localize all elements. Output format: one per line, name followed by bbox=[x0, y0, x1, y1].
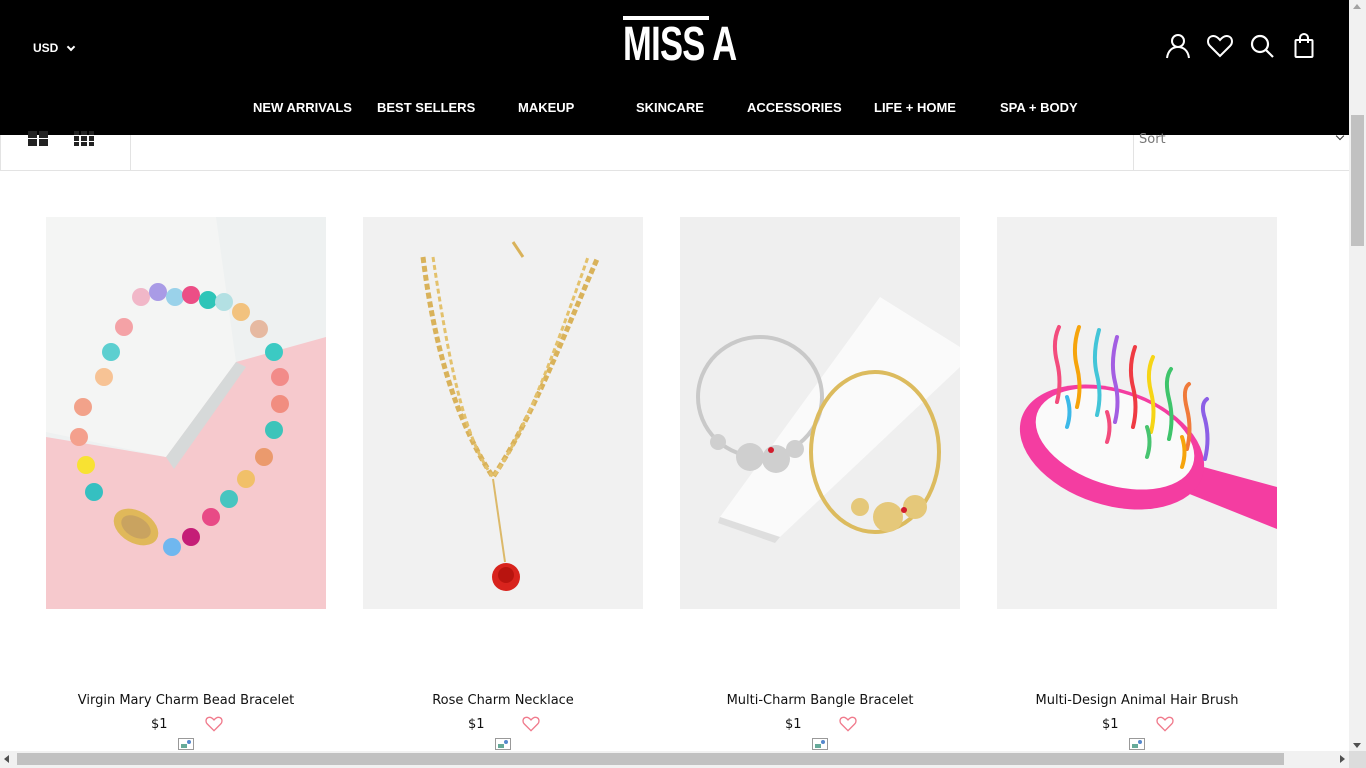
wishlist-heart-icon[interactable] bbox=[1156, 716, 1174, 737]
nav-item-accessories[interactable]: ACCESSORIES bbox=[747, 100, 842, 115]
product-card: Multi-Charm Bangle Bracelet $1 bbox=[680, 217, 960, 750]
two-column-grid-icon[interactable] bbox=[28, 131, 48, 151]
vertical-scroll-thumb[interactable] bbox=[1351, 115, 1364, 246]
product-price: $1 bbox=[151, 717, 168, 732]
horizontal-scroll-thumb[interactable] bbox=[17, 753, 1284, 765]
nav-item-makeup[interactable]: MAKEUP bbox=[518, 100, 574, 115]
product-title[interactable]: Multi-Charm Bangle Bracelet bbox=[680, 693, 960, 708]
horizontal-scrollbar[interactable] bbox=[0, 751, 1366, 768]
product-image-rose-necklace[interactable] bbox=[363, 217, 643, 609]
currency-selector[interactable]: USD bbox=[33, 41, 76, 55]
broken-image-icon bbox=[178, 737, 194, 750]
product-price: $1 bbox=[785, 717, 802, 732]
four-column-grid-icon[interactable] bbox=[74, 131, 94, 151]
scroll-up-arrow-icon[interactable] bbox=[1353, 4, 1361, 9]
nav-item-best-sellers[interactable]: BEST SELLERS bbox=[377, 100, 475, 115]
product-title[interactable]: Multi-Design Animal Hair Brush bbox=[997, 693, 1277, 708]
chevron-down-icon bbox=[67, 42, 76, 51]
scroll-down-arrow-icon[interactable] bbox=[1353, 743, 1361, 748]
wishlist-heart-icon[interactable] bbox=[205, 716, 223, 737]
scroll-right-arrow-icon[interactable] bbox=[1340, 755, 1345, 763]
product-image-hair-brush[interactable] bbox=[997, 217, 1277, 609]
main-nav: NEW ARRIVALS BEST SELLERS MAKEUP SKINCAR… bbox=[0, 100, 1349, 118]
scroll-left-arrow-icon[interactable] bbox=[4, 755, 9, 763]
logo-text: MISS A bbox=[623, 18, 737, 71]
product-image-bead-bracelet[interactable] bbox=[46, 217, 326, 609]
product-title[interactable]: Virgin Mary Charm Bead Bracelet bbox=[46, 693, 326, 708]
nav-item-skincare[interactable]: SKINCARE bbox=[636, 100, 704, 115]
nav-item-spa-body[interactable]: SPA + BODY bbox=[1000, 100, 1078, 115]
product-card: Rose Charm Necklace $1 bbox=[363, 217, 643, 750]
product-image-bangle-bracelet[interactable] bbox=[680, 217, 960, 609]
scrollbar-corner bbox=[1349, 751, 1366, 768]
product-price: $1 bbox=[1102, 717, 1119, 732]
grid-view-toggles bbox=[0, 131, 131, 171]
account-icon[interactable] bbox=[1165, 32, 1191, 60]
product-card: Multi-Design Animal Hair Brush $1 bbox=[997, 217, 1277, 750]
collection-toolbar: Sort bbox=[0, 131, 1349, 171]
search-icon[interactable] bbox=[1249, 32, 1275, 60]
wishlist-heart-icon[interactable] bbox=[839, 716, 857, 737]
currency-label: USD bbox=[33, 41, 59, 55]
header-icons bbox=[1165, 32, 1317, 60]
wishlist-heart-icon[interactable] bbox=[522, 716, 540, 737]
sort-select[interactable]: Sort bbox=[1133, 131, 1349, 171]
broken-image-icon bbox=[812, 737, 828, 750]
nav-item-new-arrivals[interactable]: NEW ARRIVALS bbox=[253, 100, 352, 115]
product-price: $1 bbox=[468, 717, 485, 732]
broken-image-icon bbox=[1129, 737, 1145, 750]
nav-item-life-home[interactable]: LIFE + HOME bbox=[874, 100, 956, 115]
product-title[interactable]: Rose Charm Necklace bbox=[363, 693, 643, 708]
site-header: USD MISS A NEW ARRIVALS BEST SELLERS MAK… bbox=[0, 0, 1349, 135]
broken-image-icon bbox=[495, 737, 511, 750]
wishlist-icon[interactable] bbox=[1207, 32, 1233, 60]
cart-icon[interactable] bbox=[1291, 32, 1317, 60]
product-card: Virgin Mary Charm Bead Bracelet $1 bbox=[46, 217, 326, 750]
sort-label: Sort bbox=[1139, 132, 1166, 147]
vertical-scrollbar[interactable] bbox=[1349, 0, 1366, 752]
site-logo[interactable]: MISS A bbox=[623, 16, 737, 70]
